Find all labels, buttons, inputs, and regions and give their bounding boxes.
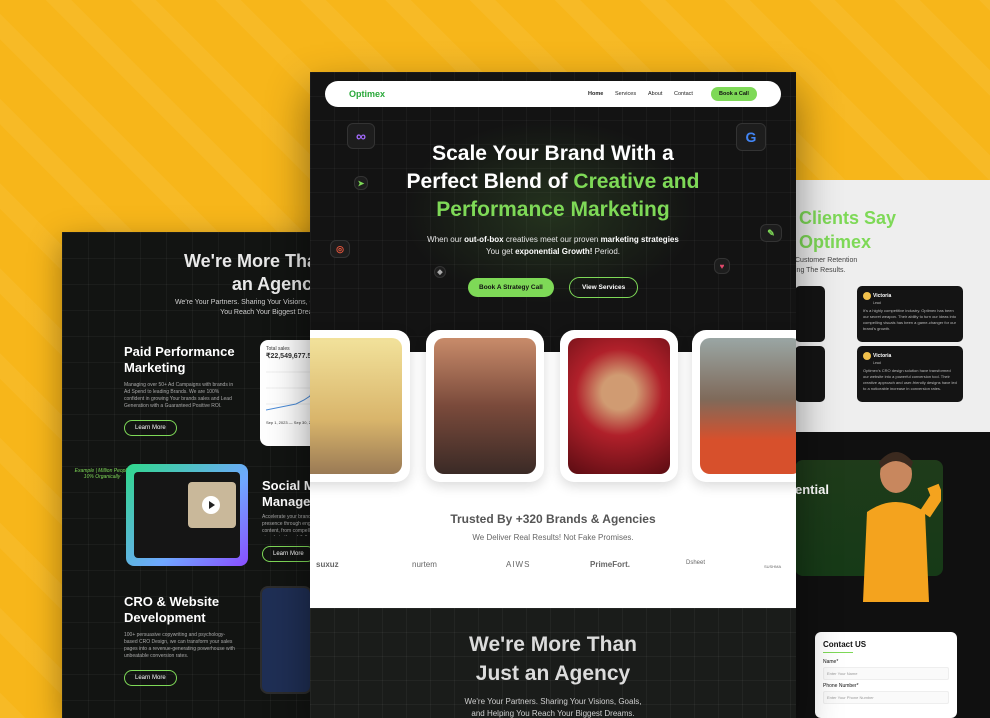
learn-more-button[interactable]: Learn More [124,420,177,436]
sub-text: Period. [592,247,620,256]
nav-about[interactable]: About [648,91,662,97]
logo[interactable]: Optimex [349,89,385,99]
testimonial-name: Victoria [873,293,892,300]
testimonials-panel: Clients Say Optimex Customer Retention i… [795,180,990,718]
testimonials-subtitle: Customer Retention ing The Results. [795,256,857,276]
sub-bold: out-of-box [464,235,504,244]
dark-section-title: ential [795,482,829,497]
video-thumbnail[interactable] [188,482,236,528]
headline-line3: Performance Marketing [436,198,670,221]
learn-more-button[interactable]: Learn More [124,670,177,686]
agency-sub2: and Helping You Reach Your Biggest Dream… [471,709,635,718]
avatar [863,292,871,300]
sub-bold: marketing strategies [600,235,679,244]
name-input[interactable]: Enter Your Name [823,667,949,680]
testimonial-card: Victoria Lead Optimex's CRO design solut… [857,346,963,402]
contact-underline [823,652,853,653]
brand-logo: SUSHMA [764,564,782,569]
creator-card[interactable] [560,330,678,482]
creator-photo [700,338,796,474]
sub-bold: exponential Growth! [515,247,593,256]
target-icon: ◎ [330,240,350,258]
testimonials-title-line2: Optimex [799,232,872,252]
testimonials-sub1: Customer Retention [795,257,858,264]
heart-icon: ♥ [714,258,730,274]
agency-sub1: We're Your Partners. Sharing Your Vision… [464,697,642,706]
agency-title-line2: Just an Agency [475,662,631,685]
testimonial-role: Lead [873,361,881,365]
name-label: Name* [823,659,839,665]
creator-card[interactable] [692,330,796,482]
testimonial-card-partial [795,286,825,342]
navbar: Optimex Home Services About Contact Book… [325,81,781,107]
phone-label: Phone Number* [823,683,859,689]
creator-card[interactable] [426,330,544,482]
testimonial-card-partial [795,346,825,402]
hero-headline: Scale Your Brand With a Perfect Blend of… [350,140,756,224]
testimonials-sub2: ing The Results. [795,267,846,274]
creator-photo [568,338,670,474]
social-media-mockup [126,464,248,566]
agency-title: We're More Than Just an Agency [310,630,796,688]
book-call-button[interactable]: Book a Call [711,87,757,101]
book-strategy-call-button[interactable]: Book A Strategy Call [468,278,554,297]
headline-line2: Perfect Blend of [406,170,574,193]
testimonial-text: Optimex's CRO design solution have trans… [863,368,957,391]
hero-subtitle: When our out-of-box creatives meet our p… [370,234,736,258]
brand-logo: nurtem [412,560,437,569]
nav-home[interactable]: Home [588,91,603,97]
service-title-cro: CRO & Website Development [124,594,220,625]
testimonial-text: It's a highly competitive industry. Opti… [863,308,957,331]
brand-logo: PrimeFort. [590,560,631,569]
view-services-button[interactable]: View Services [569,277,639,298]
headline-line1: Scale Your Brand With a [432,142,674,165]
trusted-subtitle: We Deliver Real Results! Not Fake Promis… [472,533,634,542]
nav-services[interactable]: Services [615,91,636,97]
sub-text: When our [427,235,465,244]
brand-logo: AIWS [506,560,531,569]
play-icon[interactable] [202,496,220,514]
brand-logo: suxuz [316,560,339,569]
testimonial-name: Victoria [873,353,892,360]
website-phone-mockup [260,586,312,694]
creator-photo [434,338,536,474]
person-illustration [863,452,941,602]
sub-text: creatives meet our proven [503,235,601,244]
creator-photo-row [310,330,796,484]
agency-subtitle: We're Your Partners. Sharing Your Vision… [310,696,796,718]
creator-card[interactable] [310,330,410,482]
nav-contact[interactable]: Contact [674,91,693,97]
agency-section: We're More Than Just an Agency We're You… [310,608,796,718]
service-title-paid: Paid Performance Marketing [124,344,235,375]
main-landing-page: Optimex Home Services About Contact Book… [310,72,796,718]
testimonials-title-line1: Clients Say [799,208,897,228]
avatar [863,352,871,360]
agency-title-line1: We're More Than [469,633,637,656]
small-icon: ◆ [434,266,446,278]
handwritten-note: Example | Million People 10% Organically [74,468,130,480]
headline-line2-accent: Creative and [573,170,700,193]
phone-input[interactable]: Enter Your Phone Number [823,691,949,704]
trusted-title: Trusted By +320 Brands & Agencies [450,512,656,526]
hero-section: Optimex Home Services About Contact Book… [310,72,796,352]
testimonials-title: Clients Say Optimex [799,206,896,254]
megaphone-icon: ✎ [760,224,782,242]
service-desc-paid: Managing over 50+ Ad Campaigns with bran… [124,382,234,409]
testimonial-role: Lead [873,301,881,305]
contact-title: Contact US [823,640,867,649]
sub-text: You get [486,247,516,256]
creator-photo [310,338,402,474]
service-desc-cro: 100+ persuasive copywriting and psycholo… [124,632,235,659]
logo-text: Optimex [349,89,386,99]
testimonial-card: Victoria Lead It's a highly competitive … [857,286,963,342]
contact-form: Contact US Name* Enter Your Name Phone N… [815,632,957,718]
brand-logo: Dsheet [686,560,706,566]
learn-more-button[interactable]: Learn More [262,546,315,562]
